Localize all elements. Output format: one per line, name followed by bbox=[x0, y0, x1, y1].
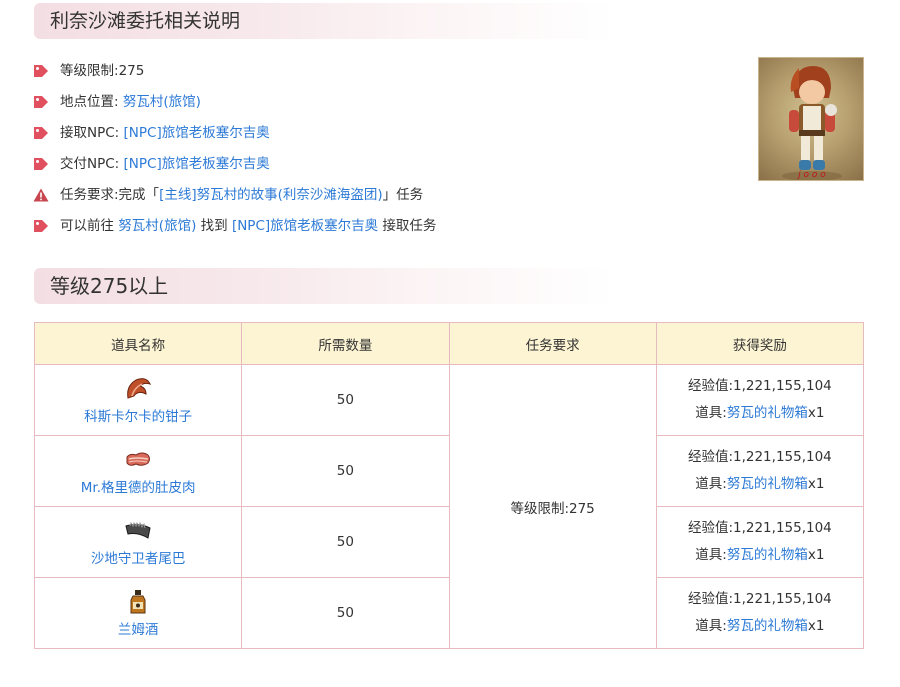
section-title-text: 利奈沙滩委托相关说明 bbox=[50, 10, 241, 32]
accept-npc-label: 接取NPC: bbox=[60, 125, 124, 141]
location-label: 地点位置: bbox=[60, 94, 123, 110]
reward-exp: 经验值:1,221,155,104 bbox=[687, 378, 832, 394]
column-header-item-name: 道具名称 bbox=[33, 322, 243, 365]
reward-item-label: 道具: bbox=[695, 547, 727, 563]
reward-item-label: 道具: bbox=[695, 405, 727, 421]
item-cell: 科斯卡尔卡的钳子 bbox=[33, 364, 243, 436]
tag-icon bbox=[34, 127, 48, 139]
reward-exp: 经验值:1,221,155,104 bbox=[687, 591, 832, 607]
reward-item-label: 道具: bbox=[695, 476, 727, 492]
reward-exp: 经验值:1,221,155,104 bbox=[687, 449, 832, 465]
howto-npc-link[interactable]: [NPC]旅馆老板塞尔吉奥 bbox=[232, 218, 378, 234]
item-cell: 兰姆酒 bbox=[33, 577, 243, 649]
table-row: 科斯卡尔卡的钳子 50 等级限制:275 经验值:1,221,155,104 道… bbox=[33, 364, 865, 649]
quantity-cell: 50 bbox=[241, 364, 450, 436]
item-name-link[interactable]: 沙地守卫者尾巴 bbox=[35, 547, 241, 567]
reward-exp: 经验值:1,221,155,104 bbox=[687, 520, 832, 536]
tail-icon bbox=[125, 521, 151, 539]
reward-cell: 经验值:1,221,155,104 道具:努瓦的礼物箱x1 bbox=[655, 577, 865, 649]
howto-prefix: 可以前往 bbox=[60, 218, 119, 234]
item-name-link[interactable]: Mr.格里德的肚皮肉 bbox=[35, 476, 241, 496]
tag-icon bbox=[34, 158, 48, 170]
quantity-cell: 50 bbox=[241, 506, 450, 578]
reward-item-qty: x1 bbox=[807, 618, 825, 634]
meat-icon bbox=[126, 452, 151, 466]
level-label: 等级限制: bbox=[60, 63, 119, 79]
column-header-requirement: 任务要求 bbox=[448, 322, 657, 365]
info-row-requirement: 任务要求:完成「[主线]努瓦村的故事(利奈沙滩海盗团)」任务 bbox=[33, 180, 733, 211]
npc-portrait: j o o o bbox=[758, 57, 864, 181]
howto-location-link[interactable]: 努瓦村(旅馆) bbox=[118, 218, 196, 234]
howto-suffix: 接取任务 bbox=[378, 218, 437, 234]
warning-icon bbox=[33, 188, 49, 202]
item-cell: Mr.格里德的肚皮肉 bbox=[33, 435, 243, 507]
requirement-quest-link[interactable]: [主线]努瓦村的故事(利奈沙滩海盗团) bbox=[159, 187, 383, 203]
item-name-link[interactable]: 科斯卡尔卡的钳子 bbox=[35, 405, 241, 425]
tag-icon bbox=[34, 96, 48, 108]
reward-cell: 经验值:1,221,155,104 道具:努瓦的礼物箱x1 bbox=[655, 364, 865, 436]
reward-item-qty: x1 bbox=[807, 547, 825, 563]
table-header-row: 道具名称 所需数量 任务要求 获得奖励 bbox=[33, 322, 865, 365]
info-row-howto: 可以前往 努瓦村(旅馆) 找到 [NPC]旅馆老板塞尔吉奥 接取任务 bbox=[33, 211, 733, 242]
column-header-reward: 获得奖励 bbox=[655, 322, 865, 365]
info-row-location: 地点位置: 努瓦村(旅馆) bbox=[33, 87, 733, 118]
column-header-quantity: 所需数量 bbox=[241, 322, 450, 365]
item-name-link[interactable]: 兰姆酒 bbox=[35, 618, 241, 638]
quantity-cell: 50 bbox=[241, 435, 450, 507]
howto-middle: 找到 bbox=[196, 218, 232, 234]
tag-icon bbox=[34, 65, 48, 77]
info-row-deliver-npc: 交付NPC: [NPC]旅馆老板塞尔吉奥 bbox=[33, 149, 733, 180]
reward-item-label: 道具: bbox=[695, 618, 727, 634]
requirement-cell: 等级限制:275 bbox=[448, 364, 657, 649]
section-title-quest-info: 利奈沙滩委托相关说明 bbox=[34, 3, 614, 39]
deliver-npc-link[interactable]: [NPC]旅馆老板塞尔吉奥 bbox=[124, 156, 270, 172]
deliver-npc-label: 交付NPC: bbox=[60, 156, 124, 172]
info-row-level: 等级限制:275 bbox=[33, 56, 733, 87]
section-title-level-range: 等级275以上 bbox=[34, 268, 614, 304]
requirement-label: 任务要求:完成「 bbox=[60, 187, 160, 203]
reward-cell: 经验值:1,221,155,104 道具:努瓦的礼物箱x1 bbox=[655, 506, 865, 578]
quest-table: 道具名称 所需数量 任务要求 获得奖励 科斯卡尔卡的钳子 50 等级限制:275… bbox=[33, 322, 865, 649]
reward-item-link[interactable]: 努瓦的礼物箱 bbox=[727, 618, 808, 634]
reward-item-qty: x1 bbox=[807, 405, 825, 421]
info-row-accept-npc: 接取NPC: [NPC]旅馆老板塞尔吉奥 bbox=[33, 118, 733, 149]
svg-text:j o o o: j o o o bbox=[796, 170, 826, 180]
tag-icon bbox=[34, 220, 48, 232]
quest-info-list: 等级限制:275 地点位置: 努瓦村(旅馆) 接取NPC: [NPC]旅馆老板塞… bbox=[33, 56, 733, 242]
reward-item-link[interactable]: 努瓦的礼物箱 bbox=[727, 476, 808, 492]
item-cell: 沙地守卫者尾巴 bbox=[33, 506, 243, 578]
requirement-suffix: 」任务 bbox=[382, 187, 424, 203]
claw-icon bbox=[127, 377, 152, 399]
reward-item-link[interactable]: 努瓦的礼物箱 bbox=[727, 547, 808, 563]
reward-item-link[interactable]: 努瓦的礼物箱 bbox=[727, 405, 808, 421]
npc-character-icon: j o o o bbox=[782, 66, 842, 180]
rum-bottle-icon bbox=[130, 589, 146, 613]
quantity-cell: 50 bbox=[241, 577, 450, 649]
reward-item-qty: x1 bbox=[807, 476, 825, 492]
location-link[interactable]: 努瓦村(旅馆) bbox=[123, 94, 201, 110]
reward-cell: 经验值:1,221,155,104 道具:努瓦的礼物箱x1 bbox=[655, 435, 865, 507]
level-value: 275 bbox=[118, 63, 145, 79]
section-title-text: 等级275以上 bbox=[50, 274, 169, 298]
accept-npc-link[interactable]: [NPC]旅馆老板塞尔吉奥 bbox=[124, 125, 270, 141]
